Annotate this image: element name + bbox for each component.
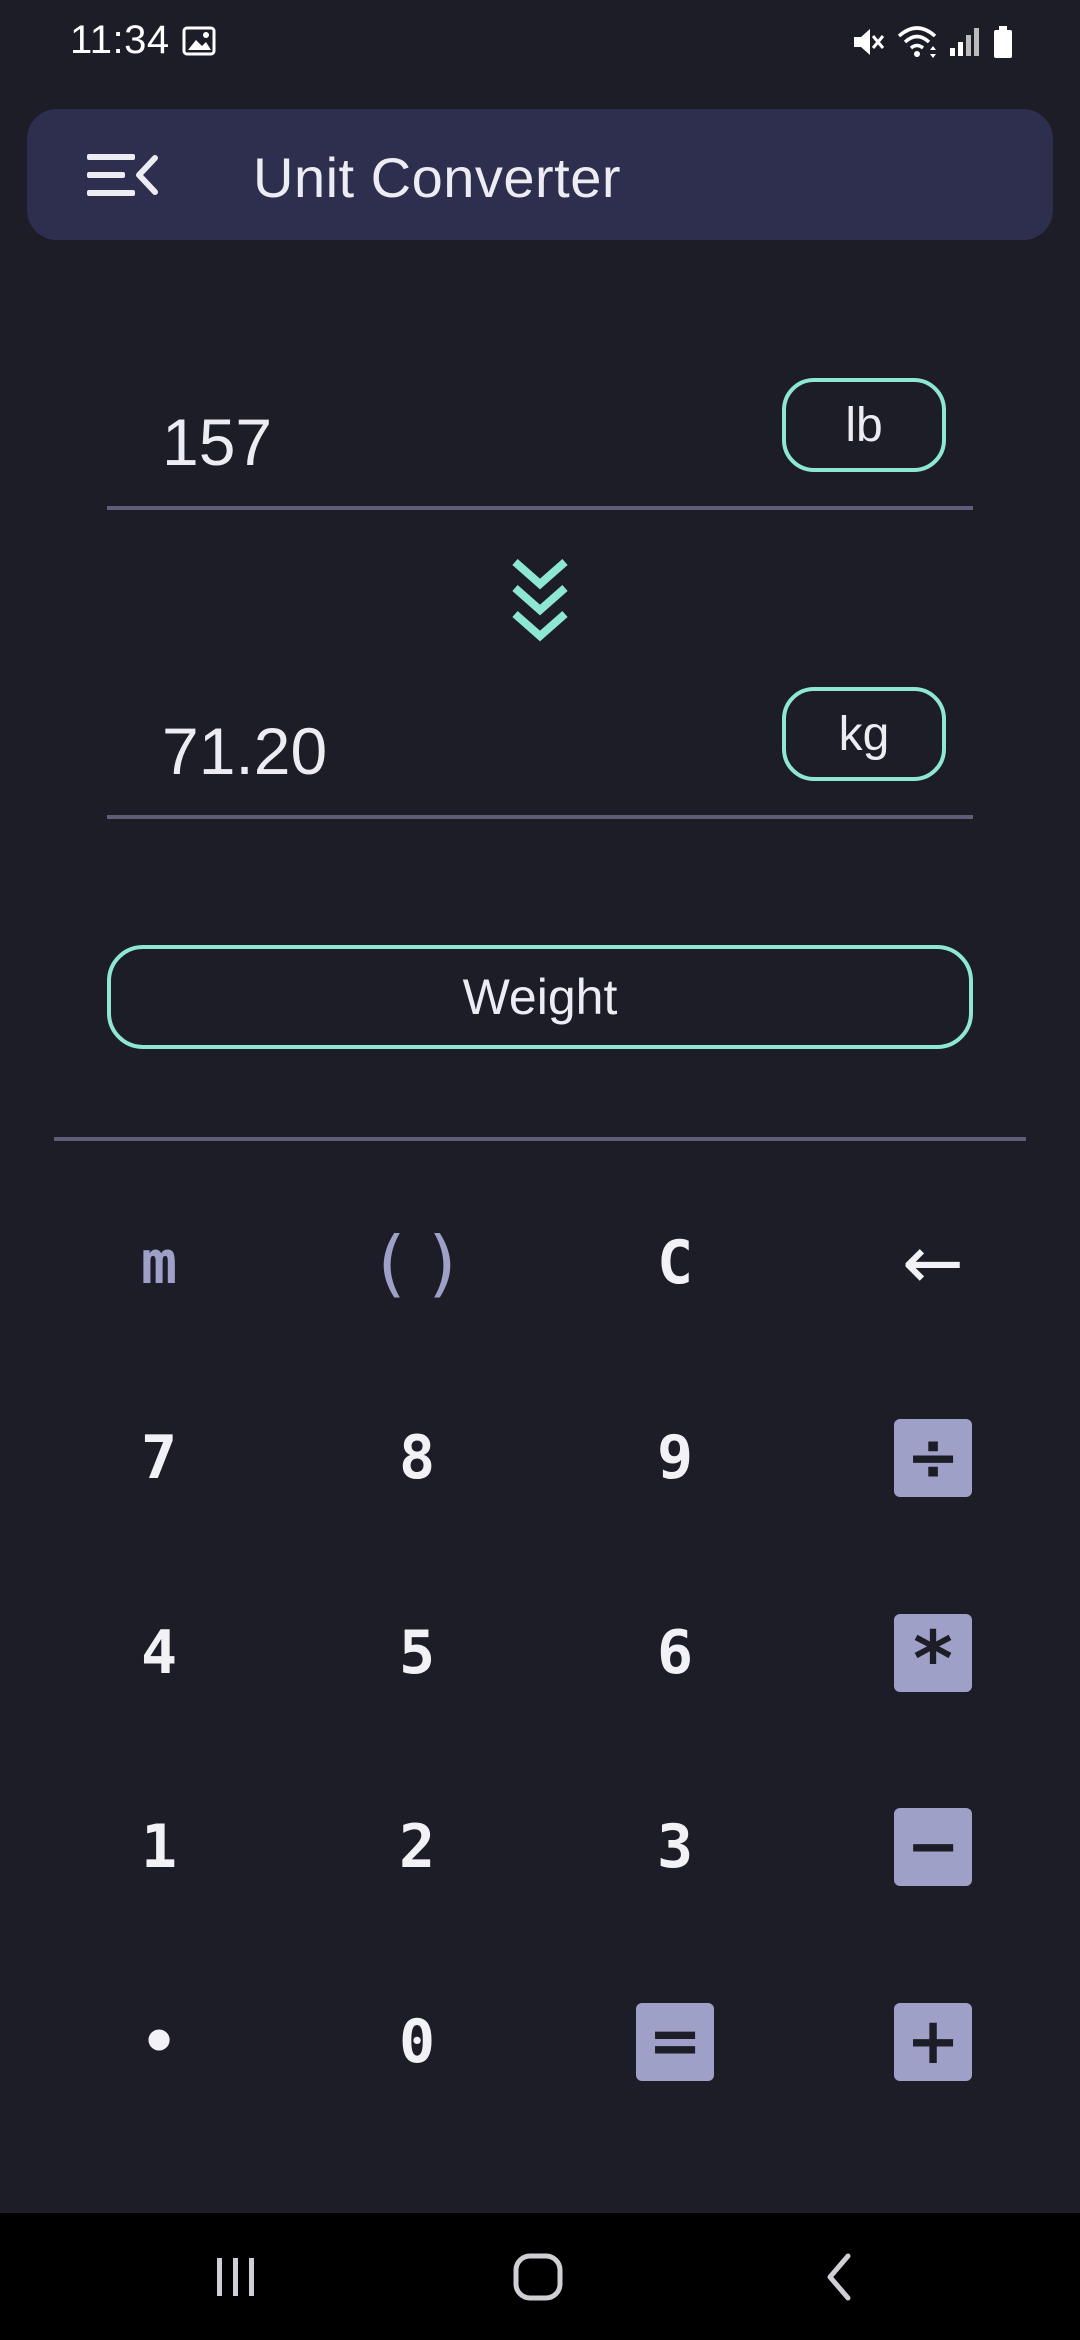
divide-icon: ÷ (894, 1419, 972, 1497)
minus-icon: − (894, 1808, 972, 1886)
key-backspace[interactable]: ← (853, 1188, 1013, 1338)
plus-icon: + (894, 2003, 972, 2081)
app-bar: Unit Converter (27, 109, 1053, 240)
key-add[interactable]: + (853, 1967, 1013, 2117)
status-bar: 11:34 (0, 0, 1080, 84)
key-divide[interactable]: ÷ (853, 1383, 1013, 1533)
output-field[interactable]: 71.20 kg (107, 685, 973, 819)
battery-icon (994, 26, 1012, 58)
key-8[interactable]: 8 (337, 1383, 497, 1533)
app-title: Unit Converter (253, 146, 622, 209)
menu-button[interactable] (77, 131, 167, 219)
mute-icon (854, 29, 885, 55)
wifi-icon (897, 26, 937, 58)
status-time: 11:34 (70, 18, 170, 62)
unit-converter-screen: 11:34 Unit Converter 157 lb 71.20 kg Wei… (0, 0, 1080, 2340)
equals-icon: = (636, 2003, 714, 2081)
recent-apps-icon (217, 2258, 254, 2296)
key-2[interactable]: 2 (337, 1772, 497, 1922)
back-icon (827, 2253, 851, 2301)
key-parentheses[interactable]: ( ) (337, 1188, 497, 1338)
gallery-icon (182, 26, 216, 56)
input-value[interactable]: 157 (162, 404, 272, 480)
input-field[interactable]: 157 lb (107, 376, 973, 510)
key-1[interactable]: 1 (79, 1772, 239, 1922)
category-button[interactable]: Weight (107, 945, 973, 1049)
home-icon (513, 2253, 563, 2301)
key-subtract[interactable]: − (853, 1772, 1013, 1922)
status-icons (850, 22, 1014, 62)
key-9[interactable]: 9 (595, 1383, 755, 1533)
back-button[interactable] (780, 2233, 900, 2321)
key-5[interactable]: 5 (337, 1578, 497, 1728)
home-button[interactable] (478, 2233, 598, 2321)
key-7[interactable]: 7 (79, 1383, 239, 1533)
input-unit-button[interactable]: lb (782, 378, 946, 472)
double-chevron-down-icon[interactable] (509, 556, 571, 646)
key-memory[interactable]: m (79, 1188, 239, 1338)
output-unit-button[interactable]: kg (782, 687, 946, 781)
key-multiply[interactable]: * (853, 1578, 1013, 1728)
key-6[interactable]: 6 (595, 1578, 755, 1728)
menu-collapse-icon (87, 154, 158, 196)
output-value: 71.20 (162, 714, 328, 788)
key-0[interactable]: 0 (337, 1967, 497, 2117)
key-clear[interactable]: C (595, 1188, 755, 1338)
multiply-icon: * (894, 1614, 972, 1697)
navigation-bar (0, 2213, 1080, 2340)
signal-icon (950, 28, 979, 56)
key-3[interactable]: 3 (595, 1772, 755, 1922)
recent-apps-button[interactable] (176, 2233, 296, 2321)
divider (54, 1137, 1026, 1141)
key-equals[interactable]: = (595, 1967, 755, 2117)
key-4[interactable]: 4 (79, 1578, 239, 1728)
key-decimal[interactable]: • (79, 1967, 239, 2117)
